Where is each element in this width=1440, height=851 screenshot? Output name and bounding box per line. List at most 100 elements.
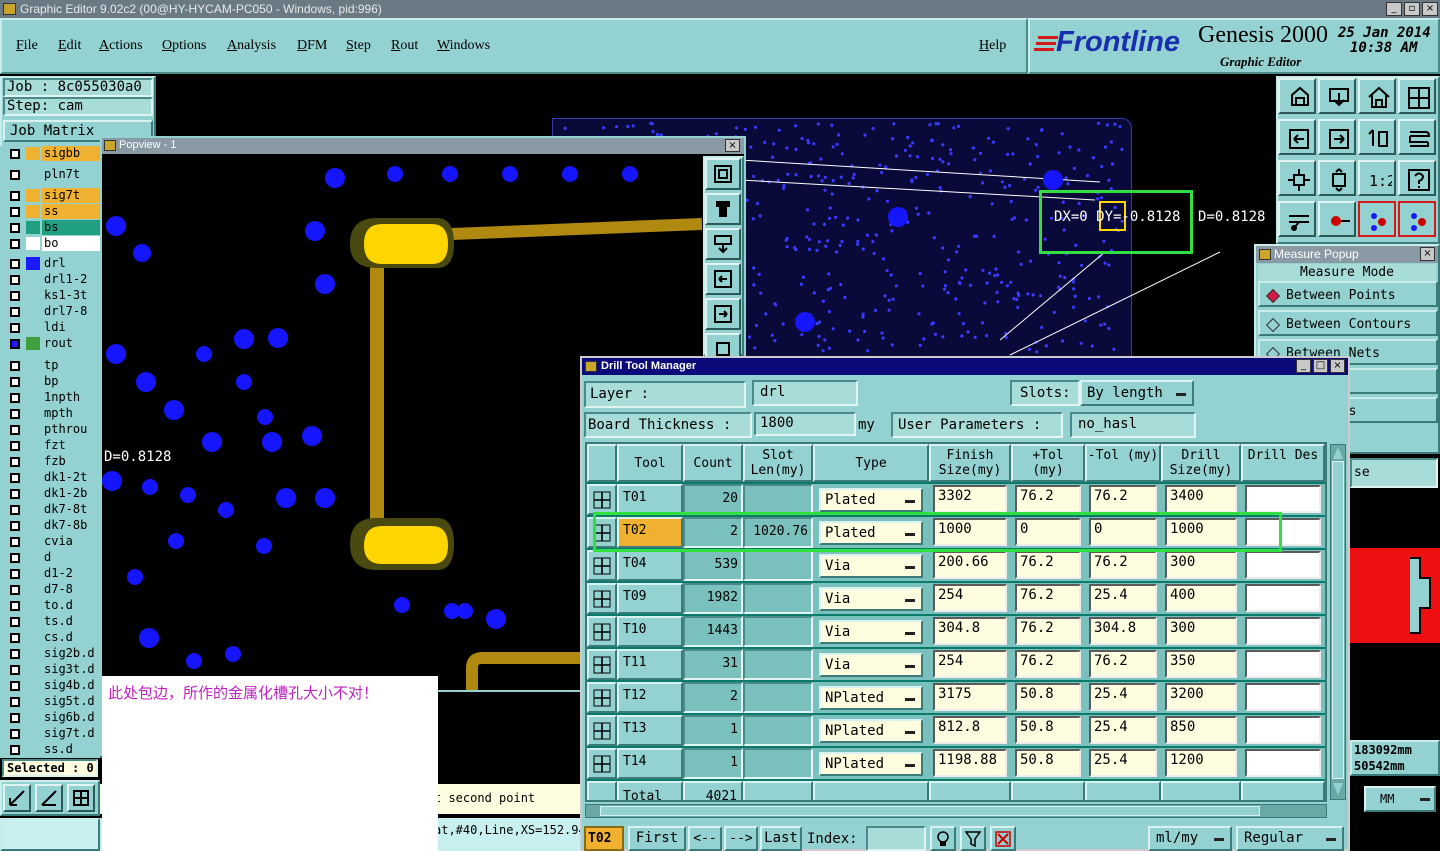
layer-visibility-checkbox[interactable] [10,569,20,579]
des-input[interactable] [1245,716,1321,744]
type-select[interactable]: Via [819,653,923,677]
layer-visibility-checkbox[interactable] [10,521,20,531]
layer-row[interactable]: drl [4,256,100,272]
layer-visibility-checkbox[interactable] [10,191,20,201]
mode-select[interactable]: Regular [1236,826,1344,851]
layer-row[interactable]: pln7t [4,167,100,183]
view-tool-button[interactable] [1398,160,1436,196]
drill-input[interactable]: 3200 [1165,683,1237,711]
hscroll-thumb[interactable] [600,806,1260,816]
column-header[interactable]: Finish Size(my) [929,444,1011,482]
layer-row[interactable]: ss.d [4,742,100,758]
layer-visibility-checkbox[interactable] [10,681,20,691]
layer-visibility-checkbox[interactable] [10,409,20,419]
layer-visibility-checkbox[interactable] [10,505,20,515]
layer-visibility-checkbox[interactable] [10,425,20,435]
type-select[interactable]: Via [819,620,923,644]
layer-visibility-checkbox[interactable] [10,729,20,739]
ptol-input[interactable]: 76.2 [1015,650,1081,678]
layer-row[interactable]: ks1-3t [4,288,100,304]
menu-analysis[interactable]: Analysis [227,38,276,54]
popview-tool-button[interactable] [705,193,741,225]
view-tool-button[interactable] [1278,201,1316,237]
type-select[interactable]: NPlated [819,719,923,743]
ptol-input[interactable]: 50.8 [1015,683,1081,711]
layer-visibility-checkbox[interactable] [10,307,20,317]
view-tool-button[interactable]: 1:2 [1358,160,1396,196]
maximize-icon[interactable]: ▫ [1404,2,1420,16]
ptol-input[interactable]: 76.2 [1015,584,1081,612]
row-expand-button[interactable] [587,748,617,779]
layer-visibility-checkbox[interactable] [10,361,20,371]
drill-input[interactable]: 350 [1165,650,1237,678]
popview-tool-button[interactable] [705,298,741,330]
ptol-input[interactable]: 50.8 [1015,749,1081,777]
layer-visibility-checkbox[interactable] [10,393,20,403]
view-tool-button[interactable] [1358,119,1396,155]
close-icon[interactable]: × [1422,2,1438,16]
layer-visibility-checkbox[interactable] [10,377,20,387]
ptol-input[interactable]: 76.2 [1015,617,1081,645]
drill-input[interactable]: 300 [1165,551,1237,579]
view-tool-button[interactable] [1318,201,1356,237]
layer-row[interactable]: 1npth [4,390,100,406]
type-select[interactable]: Plated [819,488,923,512]
column-header[interactable]: Slot Len(my) [743,444,813,482]
layer-row[interactable]: dk1-2t [4,470,100,486]
ntol-input[interactable]: 76.2 [1089,551,1157,579]
layer-visibility-checkbox[interactable] [10,207,20,217]
column-header[interactable]: Type [813,444,929,482]
dtm-minimize-icon[interactable]: _ [1296,359,1311,373]
des-input[interactable] [1245,749,1321,777]
column-header[interactable]: Count [683,444,743,482]
layer-visibility-checkbox[interactable] [10,291,20,301]
column-header[interactable]: Drill Des [1241,444,1325,482]
finish-input[interactable]: 812.8 [933,716,1007,744]
popview-tool-button[interactable] [705,263,741,295]
index-input[interactable] [866,826,926,851]
row-expand-button[interactable] [587,616,617,647]
ntol-input[interactable]: 304.8 [1089,617,1157,645]
layer-visibility-checkbox[interactable] [10,553,20,563]
drill-input[interactable]: 400 [1165,584,1237,612]
tool-id[interactable]: T11 [617,649,683,680]
tool-id[interactable]: T01 [617,484,683,515]
layer-row[interactable]: to.d [4,598,100,614]
layer-row[interactable]: sig6b.d [4,710,100,726]
layer-row[interactable]: sigbb [4,146,100,162]
des-input[interactable] [1245,485,1321,513]
finish-input[interactable]: 254 [933,650,1007,678]
measure-mode-option[interactable]: Between Points [1258,281,1438,307]
popview-tool-button[interactable] [705,158,741,190]
next-button[interactable]: --> [724,826,758,851]
menu-edit[interactable]: Edit [58,38,81,54]
layer-row[interactable]: sig3t.d [4,662,100,678]
type-select[interactable]: NPlated [819,686,923,710]
scroll-down-icon[interactable] [1333,783,1343,795]
layer-row[interactable]: ss [4,204,100,220]
layer-visibility-checkbox[interactable] [10,339,20,349]
menu-step[interactable]: Step [346,38,371,54]
layer-row[interactable]: sig5t.d [4,694,100,710]
light-button[interactable] [930,826,956,851]
row-expand-button[interactable] [587,583,617,614]
layer-row[interactable]: drl7-8 [4,304,100,320]
finish-input[interactable]: 304.8 [933,617,1007,645]
dtm-maximize-icon[interactable]: □ [1313,359,1328,373]
drill-input[interactable]: 3400 [1165,485,1237,513]
view-tool-button[interactable] [1278,160,1316,196]
layer-visibility-checkbox[interactable] [10,149,20,159]
layer-row[interactable]: d7-8 [4,582,100,598]
ptol-input[interactable]: 50.8 [1015,716,1081,744]
layer-visibility-checkbox[interactable] [10,441,20,451]
row-expand-button[interactable] [587,484,617,515]
layer-visibility-checkbox[interactable] [10,697,20,707]
units-select[interactable]: ml/my [1148,826,1232,851]
popview-close-icon[interactable]: × [725,139,740,152]
view-tool-button[interactable] [1318,160,1356,196]
scroll-thumb[interactable] [1332,461,1344,779]
view-tool-button[interactable] [1278,78,1316,114]
row-expand-button[interactable] [587,649,617,680]
menu-dfm[interactable]: DFM [297,38,327,54]
ptol-input[interactable]: 76.2 [1015,551,1081,579]
